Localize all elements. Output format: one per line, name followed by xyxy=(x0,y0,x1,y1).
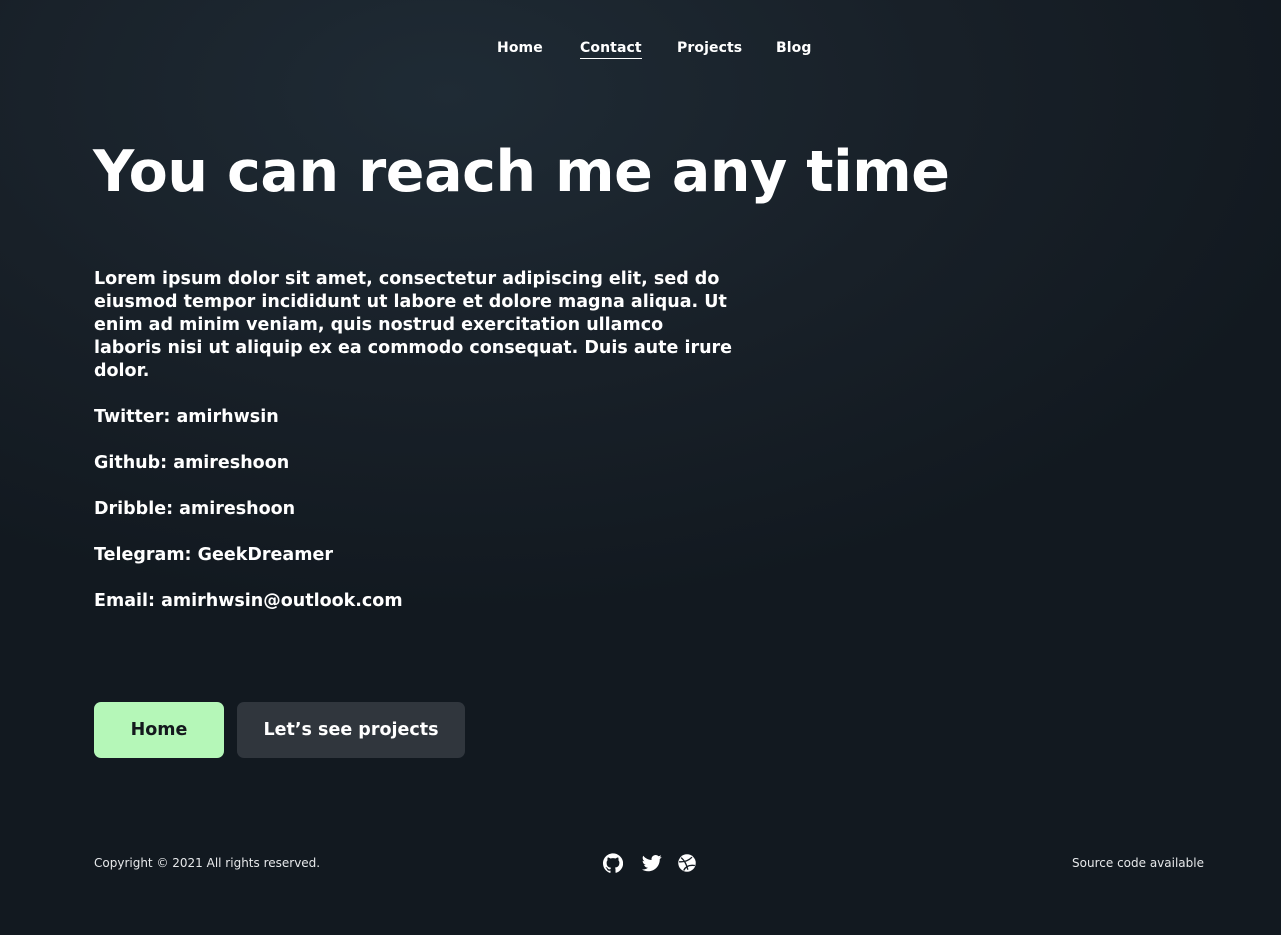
contact-telegram: Telegram: GeekDreamer xyxy=(94,545,333,565)
intro-paragraph: Lorem ipsum dolor sit amet, consectetur … xyxy=(94,269,733,381)
contact-dribble: Dribble: amireshoon xyxy=(94,499,296,519)
github-icon[interactable] xyxy=(603,853,623,873)
nav-link-contact[interactable]: Contact xyxy=(580,40,642,59)
dribbble-icon[interactable] xyxy=(677,853,697,873)
source-code-link[interactable]: Source code available xyxy=(1072,856,1204,870)
twitter-icon[interactable] xyxy=(642,853,662,873)
copyright-text: Copyright © 2021 All rights reserved. xyxy=(94,856,321,870)
nav-link-projects[interactable]: Projects xyxy=(677,40,742,56)
see-projects-button[interactable]: Let’s see projects xyxy=(237,702,465,758)
contact-email: Email: amirhwsin@outlook.com xyxy=(94,591,403,611)
nav-link-blog[interactable]: Blog xyxy=(776,40,812,56)
page-title: You can reach me any time xyxy=(93,139,950,205)
main-nav: Home Contact Projects Blog xyxy=(0,40,1281,62)
nav-link-home[interactable]: Home xyxy=(497,40,543,56)
home-button[interactable]: Home xyxy=(94,702,224,758)
contact-twitter: Twitter: amirhwsin xyxy=(94,407,279,427)
contact-github: Github: amireshoon xyxy=(94,453,290,473)
